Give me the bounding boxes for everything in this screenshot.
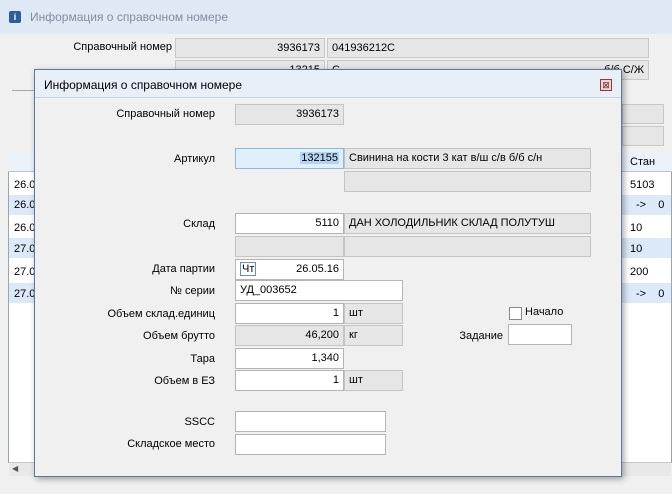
vol-ez-label: Объем в ЕЗ [154, 375, 215, 387]
table-cell[interactable]: 200 [630, 266, 648, 278]
serial-label: № серии [170, 285, 215, 297]
vol-gross-field[interactable]: 46,200 [235, 325, 344, 346]
bg-ref-number-field[interactable]: 3936173 [175, 38, 325, 58]
batch-date-label: Дата партии [152, 263, 215, 275]
table-cell[interactable]: 10 [630, 243, 642, 255]
warehouse-extra-field-1[interactable] [235, 236, 344, 257]
vol-ez-input[interactable]: 1 [235, 370, 344, 391]
bg-ref-label: Справочный номер [73, 41, 172, 53]
article-label: Артикул [173, 153, 215, 165]
scroll-left-icon[interactable]: ◀ [12, 464, 22, 474]
batch-date-input[interactable]: Чт 26.05.16 [235, 259, 344, 280]
dialog-title: Информация о справочном номере [44, 78, 243, 92]
bg-divider [12, 90, 34, 91]
table-row[interactable]: 26.0 [14, 222, 35, 234]
bg-side-field-2[interactable] [622, 126, 664, 146]
table-cell[interactable]: -> 0 [636, 199, 664, 211]
batch-date-value: 26.05.16 [296, 263, 339, 275]
article-name-field[interactable]: Свинина на кости 3 кат в/ш с/в б/б с/н [344, 148, 591, 169]
start-checkbox[interactable] [509, 307, 522, 320]
serial-input[interactable]: УД_003652 [235, 280, 403, 301]
ref-info-dialog: Информация о справочном номере ⊠ Справоч… [34, 69, 622, 477]
batch-day-of-week: Чт [240, 262, 257, 276]
article-input[interactable]: 132155 [235, 148, 344, 169]
background-window-title: Информация о справочном номере [30, 10, 229, 24]
location-input[interactable] [235, 434, 386, 455]
table-cell[interactable]: -> 0 [636, 288, 664, 300]
start-label: Начало [525, 306, 564, 318]
table-row[interactable]: 27.0 [14, 266, 35, 278]
vol-gross-unit: кг [344, 325, 403, 346]
tare-input[interactable]: 1,340 [235, 348, 344, 369]
table-row[interactable]: 26.0 [14, 179, 35, 191]
table-cell[interactable]: 5103 [630, 179, 654, 191]
bg-ref-code-field[interactable]: 041936212C [327, 38, 649, 58]
ref-number-field[interactable]: 3936173 [235, 104, 344, 125]
vol-units-input[interactable]: 1 [235, 303, 344, 324]
table-cell[interactable]: 10 [630, 222, 642, 234]
ref-label: Справочный номер [116, 108, 215, 120]
article-extra-field[interactable] [344, 171, 591, 192]
sscc-label: SSCC [184, 416, 215, 428]
vol-gross-label: Объем брутто [143, 330, 215, 342]
task-label: Задание [459, 330, 503, 342]
location-label: Складское место [127, 438, 215, 450]
warehouse-extra-field-2[interactable] [344, 236, 591, 257]
vol-ez-unit: шт [344, 370, 403, 391]
warehouse-input[interactable]: 5110 [235, 213, 344, 234]
warehouse-label: Склад [183, 218, 215, 230]
info-icon: i [9, 11, 21, 23]
bg-grid-header-stan[interactable]: Стан [630, 156, 655, 168]
sscc-input[interactable] [235, 411, 386, 432]
vol-units-unit: шт [344, 303, 403, 324]
tare-label: Тара [190, 353, 215, 365]
warehouse-name-field[interactable]: ДАН ХОЛОДИЛЬНИК СКЛАД ПОЛУТУШ [344, 213, 591, 234]
task-input[interactable] [508, 324, 572, 345]
table-row[interactable]: 27.0 [14, 288, 35, 300]
table-row[interactable]: 27.0 [14, 243, 35, 255]
vol-units-label: Объем склад.единиц [107, 308, 215, 320]
bg-side-field-1[interactable] [622, 104, 664, 124]
close-icon[interactable]: ⊠ [600, 79, 612, 91]
article-input-value: 132155 [300, 152, 339, 164]
table-row[interactable]: 26.0 [14, 199, 35, 211]
